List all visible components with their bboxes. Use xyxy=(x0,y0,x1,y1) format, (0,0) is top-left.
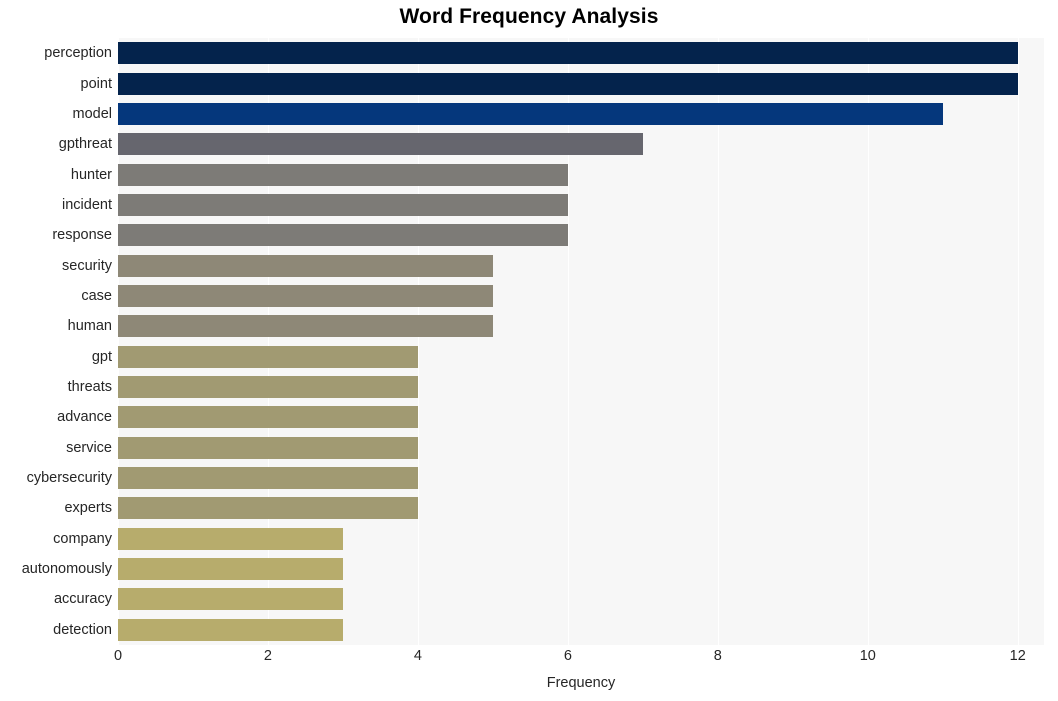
y-tick-label: experts xyxy=(64,500,112,517)
bar xyxy=(118,72,1018,95)
y-tick-label: threats xyxy=(67,379,112,396)
y-tick-label: hunter xyxy=(70,166,112,183)
bar xyxy=(118,436,418,459)
bar xyxy=(118,618,343,641)
y-tick-label: autonomously xyxy=(21,561,112,578)
y-tick-label: human xyxy=(67,318,112,335)
gridline-x-10 xyxy=(867,38,869,645)
bar xyxy=(118,163,568,186)
x-tick-label: 2 xyxy=(263,648,272,664)
y-axis-tick-labels: perception point model gpthreat hunter incide… xyxy=(0,38,112,645)
gridline-x-0 xyxy=(118,38,119,645)
bar xyxy=(118,527,343,550)
bar xyxy=(118,315,493,338)
y-tick-label: company xyxy=(53,530,112,547)
y-tick-label: gpt xyxy=(91,348,112,365)
y-tick-label: gpthreat xyxy=(58,136,112,153)
x-axis-title: Frequency xyxy=(546,675,616,691)
x-tick-label: 6 xyxy=(563,648,572,664)
gridline-x-12 xyxy=(1017,38,1019,645)
word-frequency-bar-chart: Word Frequency Analysis perception point m… xyxy=(0,0,1058,701)
y-tick-label: response xyxy=(52,227,112,244)
chart-title: Word Frequency Analysis xyxy=(399,5,659,28)
x-tick-label: 4 xyxy=(413,648,422,664)
bar xyxy=(118,193,568,216)
y-tick-label: security xyxy=(62,257,112,274)
bar xyxy=(118,42,1018,65)
x-tick-label: 10 xyxy=(859,648,876,664)
bar xyxy=(118,558,343,581)
gridline-x-4 xyxy=(417,38,419,645)
bar xyxy=(118,467,418,490)
bar xyxy=(118,588,343,611)
bar xyxy=(118,345,418,368)
y-tick-label: case xyxy=(81,287,112,304)
y-tick-label: accuracy xyxy=(53,591,112,608)
y-tick-label: incident xyxy=(62,196,112,213)
y-tick-label: detection xyxy=(53,621,112,638)
gridline-x-6 xyxy=(567,38,569,645)
plot-area xyxy=(118,38,1044,645)
y-tick-label: model xyxy=(72,105,113,122)
gridline-x-8 xyxy=(717,38,719,645)
bar xyxy=(118,102,943,125)
bar xyxy=(118,133,643,156)
y-tick-label: point xyxy=(80,75,112,92)
bar xyxy=(118,376,418,399)
x-tick-label: 8 xyxy=(713,648,722,664)
y-tick-label: perception xyxy=(44,45,112,62)
x-tick-label: 12 xyxy=(1009,648,1026,664)
gridline-x-2 xyxy=(267,38,269,645)
bar xyxy=(118,406,418,429)
bar xyxy=(118,497,418,520)
bar xyxy=(118,284,493,307)
bar xyxy=(118,224,568,247)
y-tick-label: service xyxy=(66,439,112,456)
x-axis-tick-labels: 0 2 4 6 8 10 12 xyxy=(114,648,1044,671)
y-tick-label: advance xyxy=(57,409,112,426)
x-tick-label: 0 xyxy=(113,648,123,664)
bar xyxy=(118,254,493,277)
y-tick-label: cybersecurity xyxy=(26,470,112,487)
